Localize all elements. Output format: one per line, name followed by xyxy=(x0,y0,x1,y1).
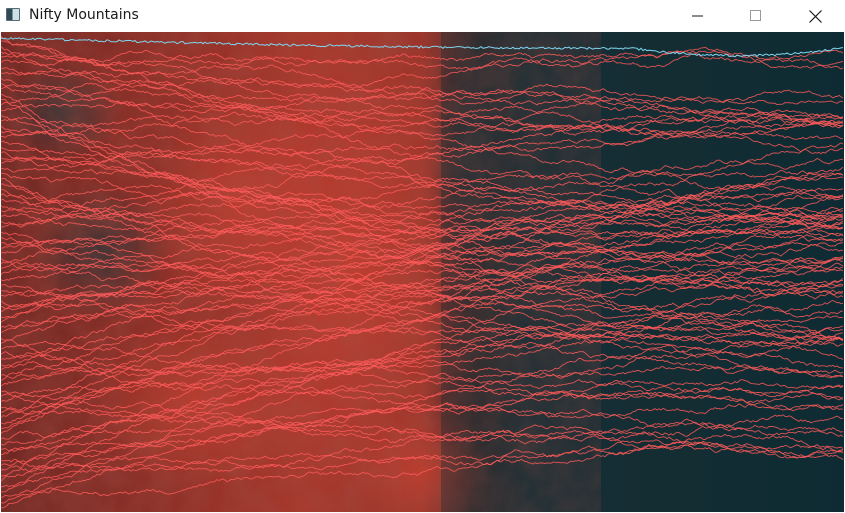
minimize-button[interactable] xyxy=(669,0,727,32)
maximize-button[interactable] xyxy=(727,0,785,32)
app-window: Nifty Mountains xyxy=(0,0,845,513)
window-title: Nifty Mountains xyxy=(29,7,139,23)
close-button[interactable] xyxy=(786,0,844,32)
title-bar[interactable]: Nifty Mountains xyxy=(0,0,845,32)
elevation-map xyxy=(1,32,844,512)
window-app-icon xyxy=(6,8,20,21)
elevation-canvas xyxy=(1,32,844,512)
maximize-icon xyxy=(750,10,761,21)
close-icon xyxy=(808,9,822,23)
minimize-icon xyxy=(692,15,703,17)
